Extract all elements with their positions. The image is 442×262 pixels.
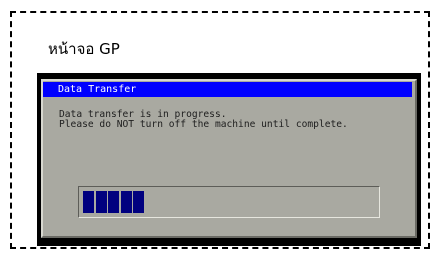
message-line-2: Please do NOT turn off the machine until… [59, 119, 348, 130]
progress-segment [95, 191, 107, 213]
progress-segment [108, 191, 119, 213]
progress-segment [83, 191, 94, 213]
progress-bar [78, 186, 380, 218]
dialog-title-bar: Data Transfer [43, 82, 412, 97]
gp-screen-caption: หน้าจอ GP [48, 40, 120, 58]
progress-segment [133, 191, 144, 213]
dialog-title: Data Transfer [58, 84, 137, 95]
dialog-message: Data transfer is in progress. Please do … [59, 110, 348, 130]
progress-fill [83, 191, 375, 213]
progress-segment [120, 191, 132, 213]
